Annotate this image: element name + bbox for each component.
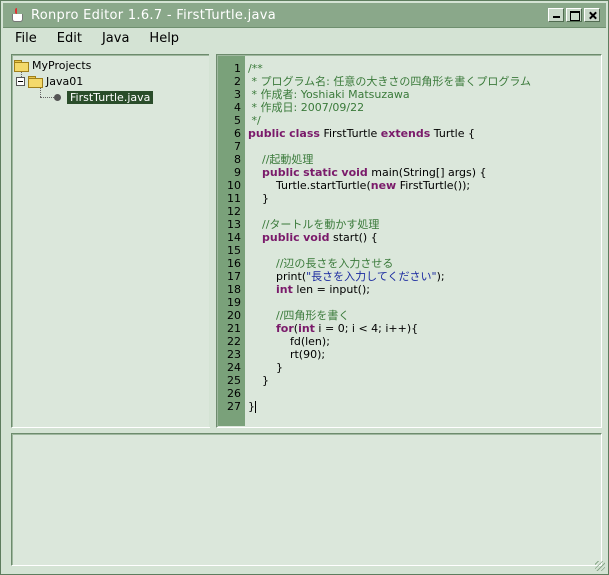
line-number-gutter: 1 2 3 4 5 6 7 8 9 10 11 12 13 14 15 16 17 18 19 20 21 22 23 24 2…	[218, 56, 245, 426]
tree-item-myprojects[interactable]: MyProjects	[14, 57, 91, 73]
line-number: 25	[227, 374, 241, 387]
line-number: 20	[227, 309, 241, 322]
menu-file[interactable]: File	[3, 31, 45, 46]
minimize-icon[interactable]	[548, 8, 564, 22]
line-number: 12	[227, 205, 241, 218]
code-line: int len = input();	[275, 283, 370, 296]
code-line: public class FirstTurtle extends Turtle …	[248, 127, 475, 140]
menu-java[interactable]: Java	[90, 31, 137, 46]
text-caret	[255, 401, 256, 413]
code-text-area[interactable]: /** * プログラム名: 任意の大きさの四角形を書くプログラム * 作成者: …	[248, 56, 598, 426]
tree-label-project: Java01	[46, 74, 84, 88]
code-line: //四角形を書く	[275, 309, 350, 322]
code-line: }	[248, 400, 256, 413]
line-number: 26	[227, 387, 241, 400]
line-number: 10	[227, 179, 241, 192]
code-line: */	[248, 114, 261, 127]
menu-help[interactable]: Help	[137, 31, 187, 46]
code-line: rt(90);	[248, 348, 326, 361]
line-number: 7	[234, 140, 241, 153]
line-number: 2	[234, 75, 241, 88]
code-line: //タートルを動かす処理	[262, 218, 380, 231]
window-title: Ronpro Editor 1.6.7 - FirstTurtle.java	[31, 7, 277, 23]
line-number: 9	[234, 166, 241, 179]
code-line: public static void main(String[] args) {	[262, 166, 487, 179]
code-line: //辺の長さを入力させる	[275, 257, 394, 270]
folder-open-icon	[28, 75, 43, 88]
tree-item-firstturtle[interactable]: FirstTurtle.java	[54, 89, 154, 105]
resize-grip-icon[interactable]	[595, 561, 605, 571]
line-number: 21	[227, 322, 241, 335]
code-line: }	[248, 361, 283, 374]
line-number: 6	[234, 127, 241, 140]
line-number: 18	[227, 283, 241, 296]
code-line: /**	[248, 62, 263, 75]
code-line: }	[248, 192, 269, 205]
tree-item-java01[interactable]: Java01	[16, 73, 83, 89]
code-line: * プログラム名: 任意の大きさの四角形を書くプログラム	[248, 75, 532, 88]
line-number: 8	[234, 153, 241, 166]
code-line: fd(len);	[248, 335, 330, 348]
line-number: 14	[227, 231, 241, 244]
code-line: for(int i = 0; i < 4; i++){	[275, 322, 419, 335]
console-output[interactable]	[11, 433, 602, 566]
line-number: 24	[227, 361, 241, 374]
line-number: 3	[234, 88, 241, 101]
horizontal-splitter[interactable]	[9, 428, 602, 432]
line-number: 16	[227, 257, 241, 270]
line-number: 4	[234, 101, 241, 114]
title-bar[interactable]: Ronpro Editor 1.6.7 - FirstTurtle.java	[3, 3, 606, 28]
close-icon[interactable]	[584, 8, 600, 22]
code-line: //起動処理	[262, 153, 314, 166]
menu-bar: File Edit Java Help	[3, 28, 606, 49]
file-icon	[54, 93, 61, 101]
line-number: 13	[227, 218, 241, 231]
vertical-splitter[interactable]	[209, 54, 215, 427]
code-line: public void start() {	[262, 231, 378, 244]
line-number: 1	[234, 62, 241, 75]
java-cup-icon[interactable]	[9, 7, 25, 23]
code-editor[interactable]: 1 2 3 4 5 6 7 8 9 10 11 12 13 14 15 16 17 18 19 20 21 22 23 24 2…	[216, 54, 602, 428]
project-tree[interactable]: MyProjects Java01 FirstTurtle.java	[11, 54, 210, 428]
line-number: 27	[227, 400, 241, 413]
line-number: 23	[227, 348, 241, 361]
line-number: 22	[227, 335, 241, 348]
tree-label-file: FirstTurtle.java	[67, 90, 154, 104]
menu-edit[interactable]: Edit	[45, 31, 90, 46]
editor-window: Ronpro Editor 1.6.7 - FirstTurtle.java F…	[0, 0, 609, 575]
collapse-icon[interactable]	[16, 76, 25, 86]
line-number: 19	[227, 296, 241, 309]
line-number: 5	[234, 114, 241, 127]
line-number: 11	[227, 192, 241, 205]
line-number: 17	[227, 270, 241, 283]
code-line: print("長さを入力してください");	[248, 270, 445, 283]
line-number: 15	[227, 244, 241, 257]
folder-icon	[14, 59, 29, 72]
code-line: * 作成日: 2007/09/22	[248, 101, 365, 114]
code-line: Turtle.startTurtle(new FirstTurtle());	[248, 179, 471, 192]
tree-label-root: MyProjects	[32, 58, 92, 72]
window-controls	[548, 8, 600, 22]
code-line: * 作成者: Yoshiaki Matsuzawa	[248, 88, 410, 101]
code-line: }	[248, 374, 269, 387]
maximize-icon[interactable]	[566, 8, 582, 22]
